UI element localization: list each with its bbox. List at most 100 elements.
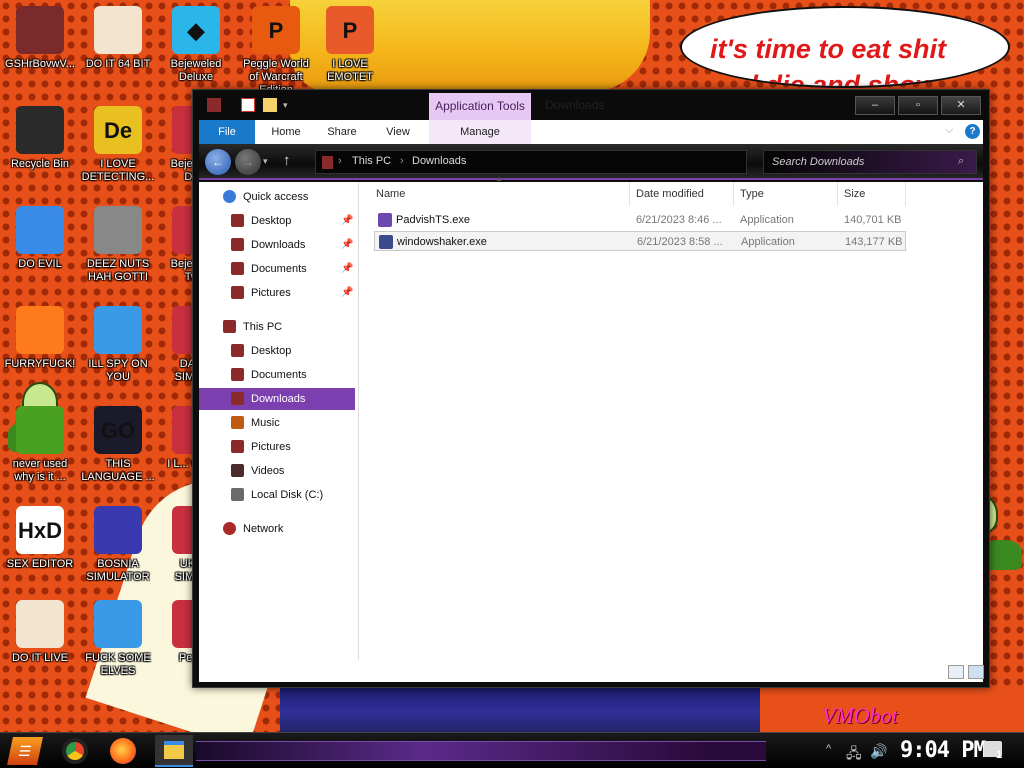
large-icons-view-icon[interactable] <box>968 665 984 679</box>
desktop-shortcut[interactable]: BOSNIA SIMULATOR <box>78 506 158 584</box>
close-button[interactable]: ✕ <box>941 96 981 115</box>
tab-manage[interactable]: Manage <box>429 120 531 144</box>
show-hidden-icons-icon[interactable]: ^ <box>826 743 831 755</box>
shortcut-icon <box>94 306 142 354</box>
shortcut-label: I LOVE DETECTING... <box>81 158 155 183</box>
nav-item[interactable]: Documents <box>199 364 355 386</box>
navigation-pane: Quick access Desktop 📌 Downloads 📌 Documents 📌… <box>199 182 359 660</box>
desktop-shortcut[interactable]: De I LOVE DETECTING... <box>78 106 158 184</box>
pin-icon[interactable]: 📌 <box>341 258 353 280</box>
application-icon <box>378 213 392 227</box>
network-icon <box>223 522 236 535</box>
shortcut-icon <box>16 6 64 54</box>
firefox-icon[interactable] <box>110 738 136 764</box>
chrome-icon[interactable] <box>62 738 88 764</box>
column-header-size[interactable]: Size <box>838 182 906 206</box>
desktop-shortcut[interactable]: HxD SEX EDITOR <box>0 506 80 571</box>
shortcut-label: SEX EDITOR <box>6 558 74 570</box>
address-bar[interactable]: › This PC › Downloads <box>315 150 747 174</box>
desktop-shortcut[interactable]: FURRYFUCK! <box>0 306 80 371</box>
tab-home[interactable]: Home <box>263 120 309 144</box>
signature-text: VMObot <box>822 703 898 728</box>
forward-arrow-icon[interactable]: → <box>235 149 261 175</box>
breadcrumb-this-pc[interactable]: This PC <box>352 155 391 167</box>
clock[interactable]: 9:04 PM <box>900 738 987 763</box>
desktop-shortcut[interactable]: P I LOVE EMOTET <box>310 6 390 84</box>
ribbon-expand-icon[interactable]: ⌵ <box>945 124 953 137</box>
column-header-date[interactable]: Date modified <box>630 182 734 206</box>
up-arrow-icon[interactable]: ↑ <box>283 152 291 169</box>
nav-item[interactable]: Pictures <box>199 436 355 458</box>
shortcut-icon <box>16 306 64 354</box>
nav-item[interactable]: Videos <box>199 460 355 482</box>
shortcut-label: BOSNIA SIMULATOR <box>86 558 150 583</box>
desktop-shortcut[interactable]: DO IT LIVE <box>0 600 80 665</box>
desktop-shortcut[interactable]: GSHrBovwV... <box>0 6 80 71</box>
network-icon[interactable]: 🖧 <box>846 743 862 767</box>
back-arrow-icon[interactable]: ← <box>205 149 231 175</box>
search-input[interactable]: Search Downloads ⌕ <box>763 150 977 174</box>
tab-file[interactable]: File <box>199 120 255 144</box>
file-name: windowshaker.exe <box>397 236 487 248</box>
pin-icon[interactable]: 📌 <box>341 282 353 304</box>
desktop-shortcut[interactable]: PPeggle World of Warcraft Edition <box>236 6 316 97</box>
shortcut-icon <box>94 506 142 554</box>
nav-item[interactable]: Network <box>199 518 355 540</box>
downloads-icon <box>231 238 244 251</box>
nav-item[interactable]: This PC <box>199 316 355 338</box>
qat-dropdown-icon[interactable]: ▾ <box>283 100 297 114</box>
desktop-shortcut[interactable]: Recycle Bin <box>0 106 80 171</box>
nav-item[interactable]: Music <box>199 412 355 434</box>
nav-item-label: Pictures <box>251 441 291 453</box>
desktop-shortcut[interactable]: FUCK SOME ELVES <box>78 600 158 678</box>
tab-share[interactable]: Share <box>319 120 365 144</box>
pin-icon[interactable]: 📌 <box>341 234 353 256</box>
desktop-shortcut[interactable]: ILL SPY ON YOU <box>78 306 158 384</box>
nav-item-label: This PC <box>243 321 283 333</box>
desktop-shortcut[interactable]: DO EVIL <box>0 206 80 271</box>
column-header-type[interactable]: Type <box>734 182 838 206</box>
desktop-shortcut[interactable]: DO IT 64 BIT <box>78 6 158 71</box>
nav-item-label: Music <box>251 417 280 429</box>
pin-icon[interactable]: 📌 <box>341 210 353 232</box>
application-icon <box>379 235 393 249</box>
desktop-shortcut[interactable]: ◆ Bejeweled Deluxe <box>156 6 236 84</box>
search-placeholder: Search Downloads <box>772 156 865 168</box>
application-tools-tab[interactable]: Application Tools <box>429 93 531 121</box>
properties-icon[interactable] <box>241 98 255 112</box>
nav-item[interactable]: Quick access <box>199 186 355 208</box>
nav-item[interactable]: Pictures 📌 <box>199 282 355 304</box>
nav-item[interactable]: Documents 📌 <box>199 258 355 280</box>
help-icon[interactable]: ? <box>965 124 980 139</box>
nav-item[interactable]: Downloads <box>199 388 355 410</box>
recent-dropdown-icon[interactable]: ▾ <box>263 156 268 167</box>
title-bar[interactable]: ▾ Application Tools Downloads – ▫ ✕ <box>193 90 989 121</box>
shortcut-icon <box>94 600 142 648</box>
shortcut-label: DEEZ NUTS HAH GOTTI <box>86 258 150 283</box>
shortcut-label: I LOVE EMOTET <box>327 58 373 83</box>
file-row[interactable]: PadvishTS.exe 6/21/2023 8:46 ... Applicati… <box>374 210 906 230</box>
maximize-button[interactable]: ▫ <box>898 96 938 115</box>
shortcut-icon <box>94 6 142 54</box>
app-icon[interactable] <box>207 98 221 112</box>
nav-item[interactable]: Downloads 📌 <box>199 234 355 256</box>
nav-item[interactable]: Desktop 📌 <box>199 210 355 232</box>
desktop-shortcut[interactable]: DEEZ NUTS HAH GOTTI <box>78 206 158 284</box>
file-row[interactable]: windowshaker.exe 6/21/2023 8:58 ... Applic… <box>374 231 906 251</box>
tab-view[interactable]: View <box>375 120 421 144</box>
details-view-icon[interactable] <box>948 665 964 679</box>
desktop-shortcut[interactable]: GO THIS LANGUAGE ... <box>78 406 158 484</box>
column-header-name[interactable]: Name <box>370 182 630 206</box>
desktop-shortcut[interactable]: never used why is it ... <box>0 406 80 484</box>
taskbar: ☰ ^ 🖧 🔊 9:04 PM 1 <box>0 732 1024 768</box>
breadcrumb-downloads[interactable]: Downloads <box>412 155 466 167</box>
nav-item[interactable]: Local Disk (C:) <box>199 484 355 506</box>
start-button[interactable]: ☰ <box>7 737 43 765</box>
nav-item[interactable]: Desktop <box>199 340 355 362</box>
taskbar-explorer-button[interactable] <box>155 735 193 767</box>
volume-icon[interactable]: 🔊 <box>870 743 887 760</box>
navigation-bar: ← → ▾ ↑ › This PC › Downloads Search Dow… <box>199 144 983 180</box>
new-folder-icon[interactable] <box>263 98 277 112</box>
minimize-button[interactable]: – <box>855 96 895 115</box>
explorer-window: ▾ Application Tools Downloads – ▫ ✕ File… <box>192 89 990 688</box>
